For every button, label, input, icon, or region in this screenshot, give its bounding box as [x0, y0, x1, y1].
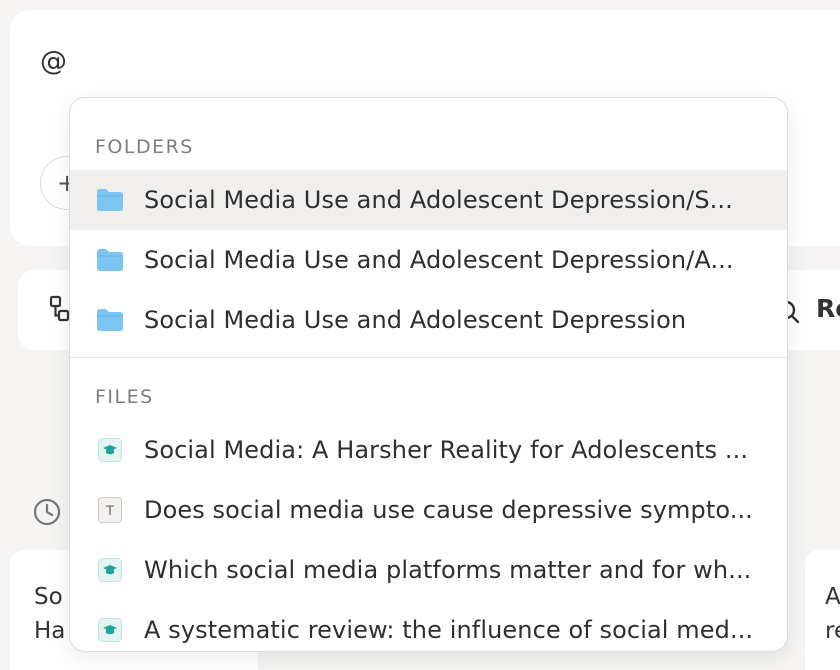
section-divider — [70, 357, 787, 358]
folders-section-header: FOLDERS — [95, 136, 194, 158]
mention-dropdown: FOLDERS Social Media Use and Adolescent … — [69, 97, 788, 652]
folder-item[interactable]: Social Media Use and Adolescent Depressi… — [70, 290, 787, 350]
file-item[interactable]: A systematic review: the influence of so… — [70, 600, 787, 651]
folder-item[interactable]: Social Media Use and Adolescent Depressi… — [70, 170, 787, 230]
folder-item-label: Social Media Use and Adolescent Depressi… — [144, 246, 734, 274]
file-item-label: Social Media: A Harsher Reality for Adol… — [144, 436, 749, 464]
file-item-label: Does social media use cause depressive s… — [144, 496, 753, 524]
card-title-line: So — [34, 584, 63, 610]
card-title-line: re — [825, 618, 840, 644]
recent-card[interactable]: A re — [805, 550, 840, 670]
paper-icon — [95, 435, 125, 465]
folder-icon — [95, 305, 125, 335]
folder-icon — [95, 245, 125, 275]
file-item[interactable]: T Does social media use cause depressive… — [70, 480, 787, 540]
composer-input[interactable]: @ — [40, 46, 67, 77]
file-item-label: A systematic review: the influence of so… — [144, 616, 754, 644]
paper-icon — [95, 555, 125, 585]
folder-item[interactable]: Social Media Use and Adolescent Depressi… — [70, 230, 787, 290]
files-section-header: FILES — [95, 386, 154, 408]
text-doc-icon: T — [95, 495, 125, 525]
card-title-line: Ha — [34, 618, 66, 644]
folder-item-label: Social Media Use and Adolescent Depressi… — [144, 186, 733, 214]
file-item[interactable]: Social Media: A Harsher Reality for Adol… — [70, 420, 787, 480]
paper-icon — [95, 615, 125, 645]
card-title-line: A — [825, 584, 840, 610]
research-button-label[interactable]: Re — [816, 294, 840, 323]
file-item[interactable]: Which social media platforms matter and … — [70, 540, 787, 600]
folder-icon — [95, 185, 125, 215]
file-item-label: Which social media platforms matter and … — [144, 556, 752, 584]
clock-icon — [33, 498, 61, 526]
folder-item-label: Social Media Use and Adolescent Depressi… — [144, 306, 687, 334]
